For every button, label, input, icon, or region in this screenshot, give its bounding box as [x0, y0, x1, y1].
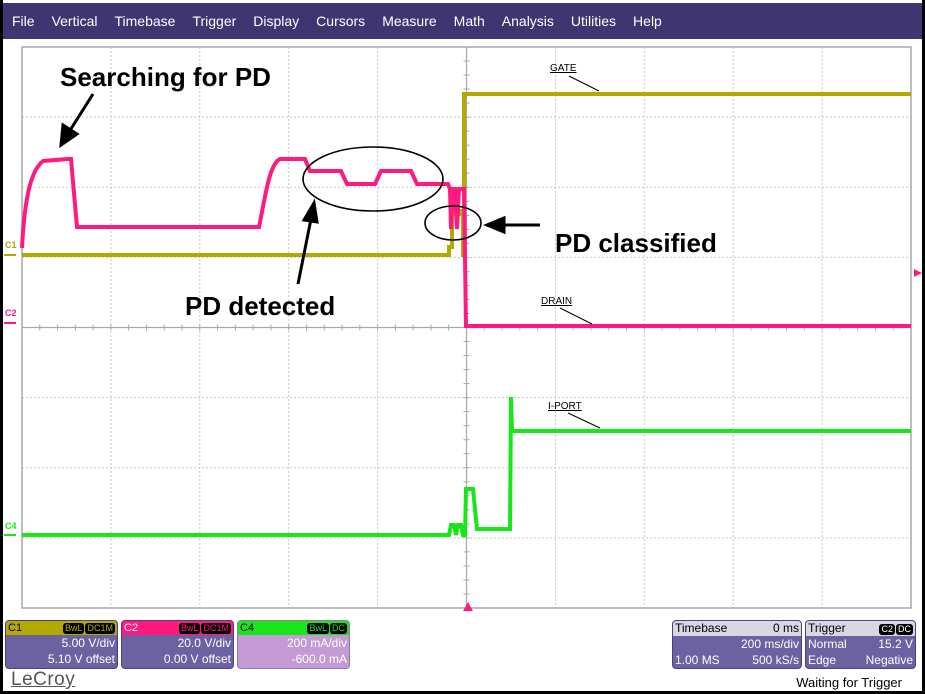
- c1-scale: 5.00 V/div: [61, 636, 115, 650]
- menu-display[interactable]: Display: [253, 13, 299, 29]
- trigger-source: C2: [879, 624, 895, 635]
- channel-c1-box[interactable]: C1 BwL DC1M 5.00 V/div 5.10 V offset: [5, 620, 118, 669]
- status-panel: C1 BwL DC1M 5.00 V/div 5.10 V offset C2 B…: [3, 612, 922, 691]
- lecroy-logo: LeCroy: [11, 669, 76, 690]
- menu-help[interactable]: Help: [633, 13, 662, 29]
- annotation-searching: Searching for PD: [60, 62, 271, 92]
- timebase-title: Timebase: [675, 621, 728, 635]
- c1-ground-marker[interactable]: C1: [5, 240, 17, 250]
- trigger-mode: Normal: [808, 637, 847, 651]
- annotation-classified: PD classified: [555, 228, 717, 258]
- trigger-coupling: DC: [896, 624, 913, 635]
- c1-offset: 5.10 V offset: [47, 652, 115, 666]
- c1-badge-bwl: BwL: [62, 623, 85, 634]
- menu-bar: File Vertical Timebase Trigger Display C…: [3, 3, 922, 39]
- oscilloscope-window: File Vertical Timebase Trigger Display C…: [3, 0, 922, 691]
- c2-badge-coupling: DC1M: [201, 623, 231, 634]
- menu-vertical[interactable]: Vertical: [52, 13, 98, 29]
- menu-measure[interactable]: Measure: [382, 13, 436, 29]
- menu-utilities[interactable]: Utilities: [571, 13, 616, 29]
- timebase-samples: 1.00 MS: [675, 653, 720, 667]
- timebase-scale: 200 ms/div: [740, 637, 799, 651]
- c2-name: C2: [124, 622, 139, 634]
- c2-offset: 0.00 V offset: [163, 652, 231, 666]
- c1-name: C1: [8, 622, 23, 634]
- timebase-box[interactable]: Timebase 0 ms 200 ms/div 1.00 MS 500 kS/s: [672, 620, 802, 669]
- label-drain: DRAIN: [541, 296, 573, 307]
- arrow-classified: [483, 215, 540, 235]
- trigger-slope: Negative: [865, 653, 913, 667]
- c1-badge-coupling: DC1M: [85, 623, 115, 634]
- label-gate: GATE: [550, 63, 577, 74]
- menu-file[interactable]: File: [12, 13, 35, 29]
- acquisition-status: Waiting for Trigger: [796, 675, 902, 690]
- channel-c2-box[interactable]: C2 BwL DC1M 20.0 V/div 0.00 V offset: [121, 620, 234, 669]
- c4-badge-bwl: BwL: [307, 623, 329, 634]
- c4-offset: -600.0 mA: [291, 652, 347, 666]
- c4-scale: 200 mA/div: [286, 636, 347, 650]
- waveform-canvas: [4, 46, 922, 611]
- arrow-searching: [59, 93, 95, 149]
- trigger-level-marker: [914, 269, 922, 277]
- timebase-delay: 0 ms: [772, 621, 799, 635]
- waveform-display[interactable]: Searching for PD PD detected PD classifi…: [3, 39, 922, 612]
- gate-leader: [568, 75, 600, 92]
- c4-badge-coupling: DC: [330, 623, 347, 634]
- arrow-detected: [296, 198, 319, 285]
- c4-ground-marker[interactable]: C4: [5, 521, 17, 531]
- c4-name: C4: [240, 622, 255, 634]
- trigger-title: Trigger: [808, 621, 846, 635]
- trigger-level: 15.2 V: [878, 637, 913, 651]
- menu-timebase[interactable]: Timebase: [114, 13, 175, 29]
- drain-leader: [559, 307, 593, 325]
- menu-math[interactable]: Math: [454, 13, 485, 29]
- c2-badge-bwl: BwL: [178, 623, 201, 634]
- trigger-type: Edge: [808, 653, 837, 667]
- c2-scale: 20.0 V/div: [177, 636, 231, 650]
- timebase-rate: 500 kS/s: [752, 653, 799, 667]
- channel-c4-box[interactable]: C4 BwL DC 200 mA/div -600.0 mA: [237, 620, 350, 669]
- label-iport: I-PORT: [548, 401, 582, 412]
- trigger-position-marker: [463, 602, 473, 611]
- iport-leader: [567, 412, 601, 429]
- menu-trigger[interactable]: Trigger: [192, 13, 236, 29]
- c2-ground-marker[interactable]: C2: [5, 308, 17, 318]
- trigger-box[interactable]: Trigger C2 DC Normal 15.2 V Edge Negative: [805, 620, 916, 669]
- annotation-detected: PD detected: [185, 291, 336, 321]
- menu-analysis[interactable]: Analysis: [502, 13, 554, 29]
- detected-ellipse: [302, 146, 444, 212]
- menu-cursors[interactable]: Cursors: [316, 13, 365, 29]
